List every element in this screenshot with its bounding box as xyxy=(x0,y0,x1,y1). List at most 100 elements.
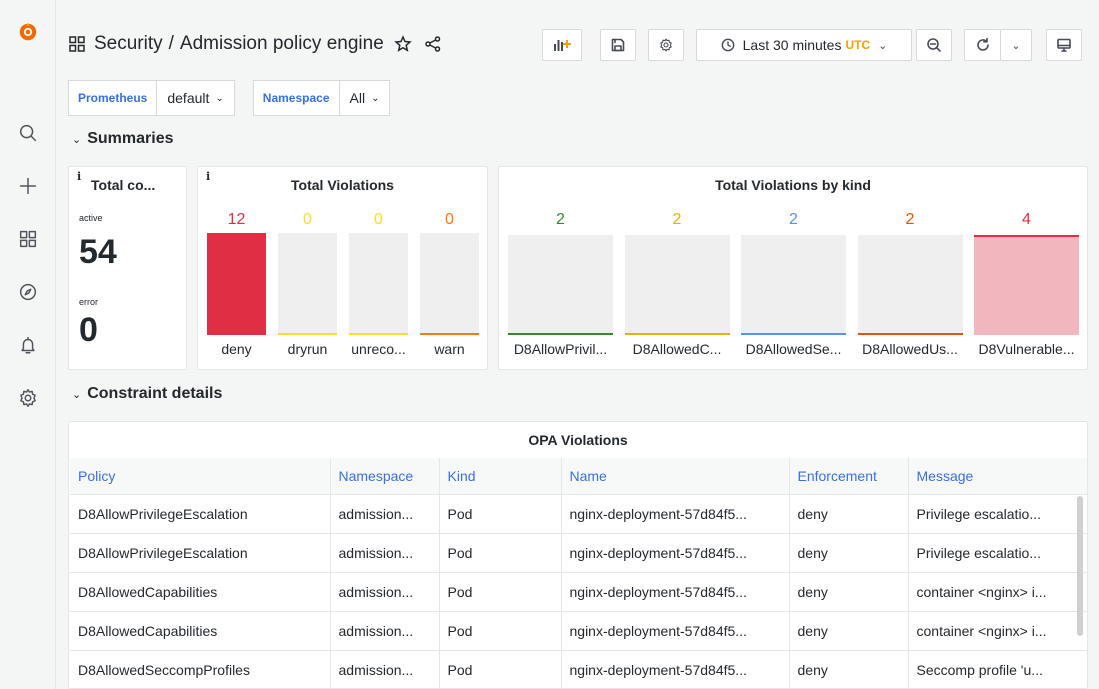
save-dashboard-button[interactable] xyxy=(600,29,636,61)
column-header[interactable]: Policy xyxy=(70,458,331,494)
stat-value-active: 54 xyxy=(79,233,117,271)
table-cell: nginx-deployment-57d84f5... xyxy=(561,493,790,533)
panel-title[interactable]: Total Violations by kind xyxy=(499,177,1087,193)
sidebar xyxy=(0,0,56,689)
column-header[interactable]: Name xyxy=(561,458,790,494)
bar-fill[interactable] xyxy=(974,235,1079,335)
refresh-icon xyxy=(976,37,989,51)
table-row[interactable]: D8AllowedCapabilities admission... Pod ngin… xyxy=(70,571,1087,611)
table-row[interactable]: D8AllowPrivilegeEscalation admission... Po… xyxy=(70,532,1087,572)
bar-value: 0 xyxy=(445,211,454,228)
bar-background xyxy=(420,233,479,335)
panel-title[interactable]: Total co... xyxy=(91,177,155,193)
dashboards-icon[interactable] xyxy=(14,225,42,253)
alerting-bell-icon[interactable] xyxy=(14,331,42,359)
table-cell: container <nginx> i... xyxy=(908,610,1087,650)
table-header-row: Policy Namespace Kind Name Enforcement Messag… xyxy=(70,458,1087,494)
time-range-picker[interactable]: Last 30 minutes UTC ⌄ xyxy=(696,29,912,61)
variable-select-namespace[interactable]: All ⌄ xyxy=(338,80,391,116)
search-icon[interactable] xyxy=(14,119,42,147)
table-cell: D8AllowPrivilegeEscalation xyxy=(70,493,331,533)
zoom-out-icon xyxy=(927,38,941,52)
settings-gear-icon[interactable] xyxy=(14,384,42,412)
bar-value: 4 xyxy=(1022,211,1031,228)
table-cell: Pod xyxy=(439,571,562,611)
variable-value-prometheus: default xyxy=(167,90,210,106)
dashboard-settings-button[interactable] xyxy=(648,29,684,61)
time-range-label: Last 30 minutes xyxy=(742,37,842,53)
bar-value: 0 xyxy=(303,211,312,228)
grafana-logo-icon[interactable] xyxy=(14,18,42,46)
variable-select-prometheus[interactable]: default ⌄ xyxy=(156,80,235,116)
add-panel-icon xyxy=(554,40,571,51)
table-cell: admission... xyxy=(330,493,440,533)
table-cell: nginx-deployment-57d84f5... xyxy=(561,532,790,572)
row-constraint-details[interactable]: ⌄ Constraint details xyxy=(72,385,222,403)
bar-background xyxy=(508,235,613,335)
chevron-down-icon: ⌄ xyxy=(72,388,82,401)
bar-value: 2 xyxy=(556,211,565,228)
stat-label-active: active xyxy=(79,213,103,223)
bar-fill[interactable] xyxy=(624,333,730,335)
row-summaries[interactable]: ⌄ Summaries xyxy=(72,130,173,148)
bar-fill[interactable] xyxy=(207,233,266,335)
gear-icon xyxy=(660,38,672,52)
tv-mode-button[interactable] xyxy=(1046,29,1082,61)
stat-label-error: error xyxy=(79,297,99,307)
bar-label: D8AllowedSe... xyxy=(745,341,842,357)
table-row[interactable]: D8AllowedCapabilities admission... Pod ngin… xyxy=(70,610,1087,650)
info-icon[interactable]: i xyxy=(77,170,81,183)
column-header[interactable]: Namespace xyxy=(330,458,440,494)
row-summaries-title: Summaries xyxy=(87,130,174,147)
column-header[interactable]: Message xyxy=(908,458,1087,494)
refresh-button[interactable] xyxy=(964,29,1000,61)
bar-label: D8AllowPrivil... xyxy=(513,341,608,357)
zoom-out-button[interactable] xyxy=(916,29,952,61)
row-constraint-details-title: Constraint details xyxy=(87,385,223,402)
table-row[interactable]: D8AllowedSeccompProfiles admission... Pod n… xyxy=(70,649,1087,688)
bar-value: 2 xyxy=(789,211,798,228)
share-icon[interactable] xyxy=(424,35,442,53)
table-row[interactable]: D8AllowPrivilegeEscalation admission... Po… xyxy=(70,493,1087,533)
panel-total-constraints: i Total co... active 54 error 0 xyxy=(68,166,187,370)
star-icon[interactable] xyxy=(393,35,412,53)
bar-label: dryrun xyxy=(287,341,328,357)
page-title[interactable]: Admission policy engine xyxy=(180,33,384,55)
dashboard-grid-icon xyxy=(69,36,85,52)
refresh-interval-dropdown[interactable]: ⌄ xyxy=(1000,29,1032,61)
violations-table: Policy Namespace Kind Name Enforcement Messag… xyxy=(70,458,1087,688)
table-scrollbar[interactable] xyxy=(1077,496,1083,636)
table-cell: deny xyxy=(789,649,909,688)
explore-icon[interactable] xyxy=(14,278,42,306)
table-cell: D8AllowedSeccompProfiles xyxy=(70,649,331,688)
table-cell: Pod xyxy=(439,610,562,650)
bar-label: D8AllowedUs... xyxy=(862,341,958,357)
column-header[interactable]: Kind xyxy=(439,458,562,494)
top-bar: Security / Admission policy engine Last … xyxy=(56,0,1099,68)
panel-title[interactable]: Total Violations xyxy=(198,177,487,193)
bar-fill[interactable] xyxy=(741,333,846,335)
bar-value: 12 xyxy=(227,211,246,228)
bar-fill[interactable] xyxy=(349,333,408,335)
table-cell: container <nginx> i... xyxy=(908,571,1087,611)
breadcrumb-folder[interactable]: Security xyxy=(94,33,163,55)
timezone-badge: UTC xyxy=(845,38,871,52)
table-cell: admission... xyxy=(330,571,440,611)
chevron-down-icon: ⌄ xyxy=(878,39,888,52)
table-cell: nginx-deployment-57d84f5... xyxy=(561,571,790,611)
plus-icon[interactable] xyxy=(14,172,42,200)
bar-fill[interactable] xyxy=(857,333,963,335)
bar-fill[interactable] xyxy=(420,333,479,335)
bar-label: D8AllowedC... xyxy=(632,341,722,357)
chevron-down-icon: ⌄ xyxy=(1011,39,1021,52)
bar-background xyxy=(624,235,730,335)
bar-fill[interactable] xyxy=(278,333,337,335)
table-cell: deny xyxy=(789,571,909,611)
add-panel-button[interactable] xyxy=(542,29,582,61)
bar-fill[interactable] xyxy=(508,333,613,335)
bar-background xyxy=(857,235,963,335)
panel-title[interactable]: OPA Violations xyxy=(69,432,1087,448)
column-header[interactable]: Enforcement xyxy=(789,458,909,494)
bar-background xyxy=(741,235,846,335)
clock-icon xyxy=(721,38,735,52)
